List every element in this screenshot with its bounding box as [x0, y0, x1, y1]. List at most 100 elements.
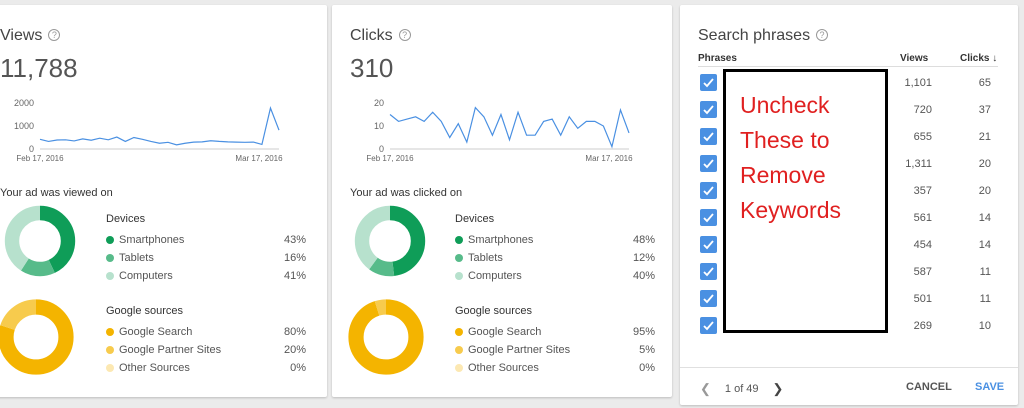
help-icon[interactable]: ? [816, 29, 829, 41]
clicks-x-label: Feb 17, 2016 [366, 154, 414, 163]
views-y-tick: 1000 [14, 121, 34, 131]
phrase-checkbox[interactable] [700, 236, 717, 253]
phrase-checkbox[interactable] [700, 182, 717, 199]
legend-label: Google Search [468, 325, 542, 338]
phrase-checkbox[interactable] [700, 317, 717, 334]
views-sources-legend-item: Google Partner Sites 20% [106, 341, 306, 358]
legend-percent: 80% [283, 325, 306, 338]
annotation-line: Keywords [740, 197, 841, 223]
checkmark-icon [703, 159, 714, 169]
clicks-sources-slice-google-search [348, 299, 424, 375]
phrase-checkbox[interactable] [700, 74, 717, 91]
views-devices-legend-item: Tablets 16% [106, 249, 306, 266]
phrase-views: 561 [913, 212, 932, 224]
chevron-left-icon[interactable]: ❮ [700, 381, 711, 397]
legend-dot-icon [106, 271, 114, 280]
legend-label: Smartphones [119, 233, 185, 246]
legend-percent: 43% [283, 233, 306, 246]
legend-dot-icon [455, 345, 463, 354]
phrase-checkbox[interactable] [700, 209, 717, 226]
legend-percent: 20% [283, 343, 306, 356]
legend-label: Tablets [119, 251, 154, 264]
checkmark-icon [703, 132, 714, 142]
checkmark-icon [703, 213, 714, 223]
phrase-clicks: 11 [979, 293, 991, 305]
clicks-devices-title: Devices [455, 213, 495, 225]
cancel-button[interactable]: CANCEL [906, 381, 952, 393]
phrase-clicks: 21 [978, 131, 991, 143]
views-card: Views? 11,788 2000 1000 0 Feb 17, 2016 Mar 1… [0, 5, 327, 397]
legend-dot-icon [106, 253, 114, 262]
views-sparkline: 2000 1000 0Feb 17, 2016 Mar 17, 2016 [14, 98, 283, 163]
page-indicator: 1 of 49 [724, 383, 759, 395]
phrase-clicks: 14 [978, 239, 991, 251]
views-sources-donut [0, 299, 74, 375]
legend-label: Computers [468, 269, 522, 282]
clicks-devices-donut [354, 205, 426, 277]
help-icon[interactable]: ? [48, 29, 61, 41]
phrase-views: 501 [913, 293, 932, 305]
legend-dot-icon [455, 327, 463, 336]
views-section-label: Your ad was viewed on [0, 187, 113, 199]
sort-down-arrow-icon: ↓ [992, 53, 998, 64]
annotation-line: Remove [740, 162, 826, 188]
legend-dot-icon [106, 345, 114, 354]
clicks-section-label: Your ad was clicked on [350, 187, 463, 199]
column-header-views[interactable]: Views [900, 53, 928, 64]
clicks-y-tick: 10 [374, 121, 384, 131]
legend-dot-icon [455, 235, 463, 244]
column-header-phrases[interactable]: Phrases [698, 53, 737, 64]
phrase-clicks: 37 [978, 104, 991, 116]
legend-label: Other Sources [468, 361, 539, 374]
annotation-line: Uncheck [740, 92, 830, 118]
clicks-card: Clicks? 310 20 10 0 Feb 17, 2016 Mar 17, 201… [332, 5, 672, 397]
legend-label: Computers [119, 269, 173, 282]
phrase-checkbox[interactable] [700, 155, 717, 172]
phrase-views: 720 [913, 104, 932, 116]
legend-percent: 0% [290, 361, 306, 374]
checkmark-icon [703, 267, 714, 277]
checkmark-icon [703, 294, 714, 304]
annotation-text: Uncheck These to Remove Keywords [740, 88, 841, 228]
phrases-title: Search phrases? [698, 27, 829, 45]
clicks-chart: 20 10 0 Feb 17, 2016 Mar 17, 2016 [354, 95, 644, 170]
legend-label: Tablets [468, 251, 503, 264]
legend-label: Google Search [119, 325, 193, 338]
clicks-sources-title: Google sources [455, 305, 533, 317]
clicks-devices-legend-item: Smartphones 48% [455, 231, 655, 248]
checkmark-icon [703, 240, 714, 250]
legend-percent: 12% [632, 251, 655, 264]
legend-percent: 48% [632, 233, 655, 246]
checkmark-icon [703, 105, 714, 115]
annotation-line: These to [740, 127, 830, 153]
clicks-sources-legend-item: Google Search 95% [455, 323, 655, 340]
save-button[interactable]: SAVE [975, 381, 1004, 393]
phrase-checkbox[interactable] [700, 128, 717, 145]
clicks-sources-donut [348, 299, 424, 375]
views-series-line [39, 106, 280, 146]
phrase-clicks: 20 [978, 185, 991, 197]
phrase-checkbox[interactable] [700, 263, 717, 280]
clicks-x-label: Mar 17, 2016 [585, 154, 633, 163]
legend-percent: 40% [632, 269, 655, 282]
clicks-y-tick: 20 [374, 98, 384, 108]
column-header-clicks[interactable]: Clicks ↓ [960, 53, 997, 64]
legend-dot-icon [455, 253, 463, 262]
clicks-value: 310 [350, 53, 394, 83]
phrase-checkbox[interactable] [700, 101, 717, 118]
chevron-right-icon[interactable]: ❯ [773, 381, 784, 397]
legend-label: Google Partner Sites [468, 343, 571, 356]
annotation-box: Uncheck These to Remove Keywords [723, 69, 888, 333]
clicks-devices-legend-item: Tablets 12% [455, 249, 655, 266]
phrase-views: 655 [913, 131, 932, 143]
legend-percent: 0% [639, 361, 655, 374]
phrase-views: 269 [913, 320, 932, 332]
phrase-checkbox[interactable] [700, 290, 717, 307]
help-icon[interactable]: ? [398, 29, 411, 41]
checkmark-icon [703, 186, 714, 196]
legend-percent: 16% [283, 251, 306, 264]
legend-dot-icon [106, 235, 114, 244]
clicks-sparkline: 20 10 0Feb 17, 2016 Mar 17, 2016 [366, 98, 633, 163]
clicks-sources-legend-item: Other Sources 0% [455, 359, 655, 376]
clicks-series-line [389, 106, 630, 149]
